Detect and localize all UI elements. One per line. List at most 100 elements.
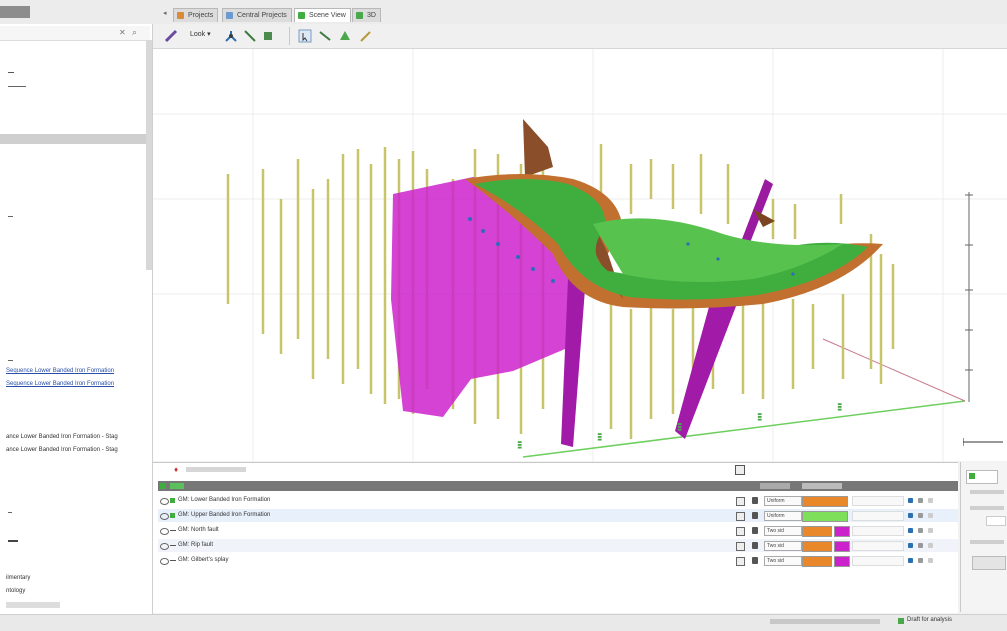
tree-tick-4 [8,360,13,361]
tree-filter-input[interactable] [0,26,150,41]
tab-scene-view[interactable]: Scene View [294,8,351,22]
tab-3d[interactable]: 3D [352,8,381,22]
opacity-slider[interactable] [852,541,904,551]
colour-swatch-front[interactable] [802,541,832,552]
clear-filter-icon[interactable]: ✕ [119,28,126,37]
eye-icon[interactable] [160,543,169,550]
lock-icon[interactable] [752,512,758,519]
geological-model-render[interactable]: ▮▮▮ ▮▮▮ ▮▮▮ ▮▮▮ ▮▮▮ [153,49,1007,461]
row-checkbox[interactable] [736,497,745,506]
tree-tick-3 [8,216,13,217]
select-icon[interactable] [298,29,312,43]
colour-swatch-back[interactable] [834,556,850,567]
tree-tick-6 [8,540,18,542]
colour-mode-select[interactable]: Two sid [764,541,802,551]
row-checkbox[interactable] [736,542,745,551]
table-row[interactable]: GM: Rip fault Two sid [158,539,958,552]
draw-line-icon[interactable] [318,29,332,43]
opacity-slider[interactable] [852,511,904,521]
app-menu-block[interactable] [0,6,30,18]
slice-icon[interactable] [261,29,275,43]
search-icon[interactable]: ⌕ [132,27,137,38]
eye-icon[interactable] [160,558,169,565]
colour-swatch-front[interactable] [802,526,832,537]
eye-icon[interactable] [160,513,169,520]
opacity-slider[interactable] [852,526,904,536]
option-icon[interactable] [918,498,923,503]
header-toggle-checkbox[interactable] [735,465,745,475]
edit-icon[interactable] [908,543,913,548]
colour-swatch[interactable] [802,511,848,522]
eye-icon[interactable] [160,528,169,535]
colour-mode-select[interactable]: Two sid [764,556,802,566]
colour-swatch[interactable] [802,496,848,507]
projects-icon [177,12,184,19]
opacity-slider[interactable] [852,556,904,566]
scene-name-field[interactable] [186,467,246,472]
tree-item[interactable]: ilmentary [6,575,30,581]
option-icon[interactable] [928,543,933,548]
lock-icon[interactable] [752,497,758,504]
central-icon [226,12,233,19]
tree-item-link[interactable]: Sequence Lower Banded Iron Formation [6,381,114,387]
scene-icon [298,12,305,19]
edit-icon[interactable] [908,558,913,563]
option-icon[interactable] [928,513,933,518]
axes-icon[interactable] [224,29,238,43]
property-input[interactable] [986,516,1006,526]
option-icon[interactable] [928,498,933,503]
elevation-axis [963,192,1003,446]
fault-icon [170,545,176,546]
tree-item[interactable]: ntology [6,588,25,594]
edit-icon[interactable] [908,498,913,503]
tree-scrollbar[interactable] [146,40,152,270]
option-icon[interactable] [928,558,933,563]
polygon-icon[interactable] [338,29,352,43]
eye-icon[interactable] [160,498,169,505]
colour-swatch-back[interactable] [834,541,850,552]
pin-icon[interactable]: ♦ [174,465,182,474]
row-checkbox[interactable] [736,527,745,536]
lock-icon[interactable] [752,527,758,534]
colour-mode-select[interactable]: Two sid [764,526,802,536]
tree-hscrollbar[interactable] [6,602,60,608]
row-checkbox[interactable] [736,512,745,521]
table-row[interactable]: GM: Lower Banded Iron Formation Uniform [158,494,958,507]
svg-text:▮▮▮: ▮▮▮ [517,440,523,449]
title-bar [0,0,1007,25]
table-row[interactable]: GM: Gilbert's splay Two sid [158,554,958,567]
tab-central-projects[interactable]: Central Projects [222,8,292,22]
look-dropdown[interactable]: Look ▾ [190,30,211,38]
colour-mode-select[interactable]: Uniform [764,511,802,521]
svg-text:▮▮▮: ▮▮▮ [677,422,683,431]
tab-overflow-icon[interactable]: ◂ [163,9,167,17]
colour-mode-select[interactable]: Uniform [764,496,802,506]
lock-icon[interactable] [752,557,758,564]
pencil-icon[interactable] [164,29,178,43]
table-row[interactable]: GM: Upper Banded Iron Formation Uniform [158,509,958,522]
brush-icon[interactable] [358,29,372,43]
row-checkbox[interactable] [736,557,745,566]
option-icon[interactable] [918,528,923,533]
scene-toolbar [153,24,1007,49]
edit-icon[interactable] [908,528,913,533]
option-icon[interactable] [918,558,923,563]
opacity-slider[interactable] [852,496,904,506]
colour-swatch-back[interactable] [834,526,850,537]
option-icon[interactable] [918,513,923,518]
measure-icon[interactable] [243,29,257,43]
table-row[interactable]: GM: North fault Two sid [158,524,958,537]
edit-icon[interactable] [908,513,913,518]
tree-item-link[interactable]: Sequence Lower Banded Iron Formation [6,368,114,374]
property-button[interactable] [972,556,1006,570]
tree-section-divider [0,134,150,144]
tree-item[interactable]: ance Lower Banded Iron Formation - Stag [6,434,118,440]
tree-tick-2 [8,86,26,87]
colour-swatch-front[interactable] [802,556,832,567]
option-icon[interactable] [918,543,923,548]
tab-projects[interactable]: Projects [173,8,219,22]
lock-icon[interactable] [752,542,758,549]
option-icon[interactable] [928,528,933,533]
status-draft-toggle[interactable]: Draft for analysis [898,617,952,624]
tree-item[interactable]: ance Lower Banded Iron Formation - Stag [6,447,118,453]
